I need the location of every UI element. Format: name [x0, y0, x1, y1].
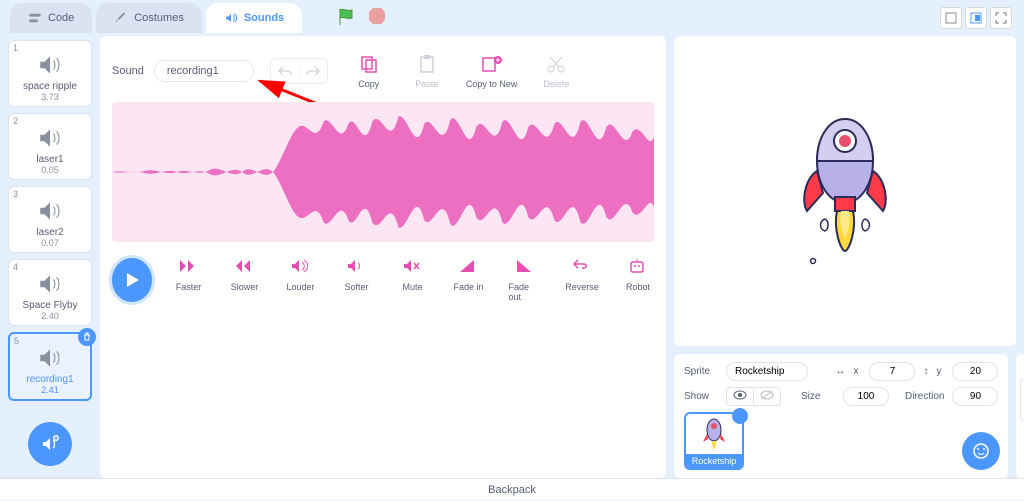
- sound-list: 1space ripple3.73 2laser10.05 3laser20.0…: [8, 36, 92, 478]
- tab-costumes-label: Costumes: [134, 12, 184, 24]
- large-stage-button[interactable]: [965, 7, 987, 29]
- copy-new-icon: [481, 53, 503, 75]
- faster-button[interactable]: Faster: [172, 258, 204, 302]
- show-sprite-button[interactable]: [727, 388, 754, 405]
- waveform-display[interactable]: [112, 102, 654, 242]
- robot-button[interactable]: Robot: [622, 258, 654, 302]
- sprite-y-input[interactable]: [952, 362, 998, 381]
- y-icon: ↕: [923, 366, 928, 377]
- stage-thumbnail[interactable]: [1020, 379, 1024, 421]
- copy-to-new-button[interactable]: Copy to New: [466, 53, 518, 89]
- rocketship-sprite: [785, 101, 905, 281]
- sound-item[interactable]: 1space ripple3.73: [8, 40, 92, 107]
- copy-icon: [358, 53, 380, 75]
- tab-code-label: Code: [48, 12, 74, 24]
- speaker-icon: [36, 344, 64, 372]
- paste-button[interactable]: Paste: [408, 53, 446, 89]
- backpack-bar[interactable]: Backpack: [0, 478, 1024, 500]
- speaker-icon: [36, 124, 64, 152]
- mute-icon: [402, 258, 422, 278]
- sound-item[interactable]: 3laser20.07: [8, 186, 92, 253]
- stage-panel: Stage Backdrops 1: [1016, 354, 1024, 478]
- slower-button[interactable]: Slower: [228, 258, 260, 302]
- sound-item-selected[interactable]: 5recording12.41: [8, 332, 92, 401]
- louder-icon: [290, 258, 310, 278]
- paste-icon: [416, 53, 438, 75]
- speaker-icon: [36, 270, 64, 298]
- tab-costumes[interactable]: Costumes: [96, 3, 202, 33]
- sound-name-label: Sound: [112, 65, 144, 77]
- sound-icon: [224, 11, 238, 25]
- fade-out-button[interactable]: Fade out: [508, 258, 542, 302]
- softer-icon: [346, 258, 366, 278]
- softer-button[interactable]: Softer: [340, 258, 372, 302]
- speaker-icon: [36, 51, 64, 79]
- stop-icon[interactable]: [368, 7, 386, 30]
- sprite-name-input[interactable]: [726, 362, 808, 381]
- sprite-thumbnail[interactable]: Rocketship: [684, 412, 744, 470]
- blocks-icon: [28, 11, 42, 25]
- sound-name-input[interactable]: [154, 60, 254, 82]
- x-icon: ↔: [835, 366, 845, 377]
- louder-button[interactable]: Louder: [284, 258, 316, 302]
- mute-button[interactable]: Mute: [396, 258, 428, 302]
- small-stage-button[interactable]: [940, 7, 962, 29]
- scissors-icon: [545, 53, 567, 75]
- sound-editor: Sound Copy Paste Copy to New Delete: [100, 36, 666, 478]
- sprite-x-input[interactable]: [869, 362, 915, 381]
- sprite-direction-input[interactable]: [952, 387, 998, 406]
- hide-sprite-button[interactable]: [754, 388, 780, 405]
- rocketship-thumb-icon: [699, 416, 729, 452]
- fade-in-icon: [458, 258, 478, 278]
- reverse-button[interactable]: Reverse: [566, 258, 598, 302]
- fullscreen-button[interactable]: [990, 7, 1012, 29]
- slower-icon: [234, 258, 254, 278]
- tab-code[interactable]: Code: [10, 3, 92, 33]
- faster-icon: [178, 258, 198, 278]
- sound-item[interactable]: 2laser10.05: [8, 113, 92, 180]
- delete-sound-button[interactable]: [78, 328, 96, 346]
- sprite-info-panel: Sprite ↔ x ↕ y Show: [674, 354, 1008, 478]
- speaker-icon: [36, 197, 64, 225]
- fade-out-icon: [515, 258, 535, 278]
- robot-icon: [628, 258, 648, 278]
- sound-item[interactable]: 4Space Flyby2.40: [8, 259, 92, 326]
- sprite-size-input[interactable]: [843, 387, 889, 406]
- delete-button[interactable]: Delete: [537, 53, 575, 89]
- brush-icon: [114, 11, 128, 25]
- green-flag-icon[interactable]: [336, 7, 356, 30]
- delete-sprite-button[interactable]: [732, 408, 748, 424]
- stage-preview[interactable]: [674, 36, 1016, 346]
- play-button[interactable]: [112, 258, 152, 302]
- tab-sounds-label: Sounds: [244, 12, 284, 24]
- tab-sounds[interactable]: Sounds: [206, 3, 302, 33]
- reverse-icon: [572, 258, 592, 278]
- fade-in-button[interactable]: Fade in: [452, 258, 484, 302]
- add-sound-button[interactable]: [28, 422, 72, 466]
